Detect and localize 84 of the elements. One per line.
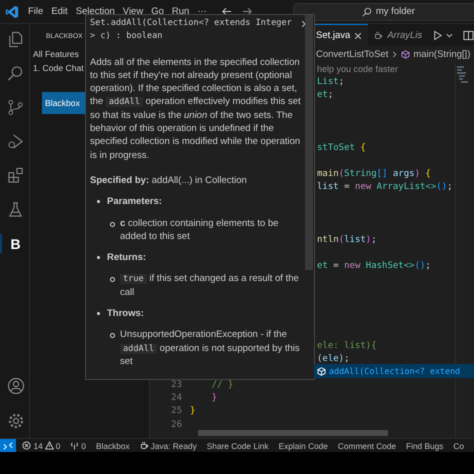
- line-number: 24: [171, 393, 182, 404]
- code-line: }: [190, 406, 196, 416]
- remote-button[interactable]: [0, 439, 16, 452]
- source-control-icon[interactable]: [7, 99, 24, 116]
- split-editor-icon[interactable]: [463, 30, 474, 40]
- flask-icon[interactable]: [7, 201, 24, 218]
- code-line: help you code faster: [317, 64, 398, 74]
- chevron-right-icon: [391, 50, 398, 58]
- problems-button[interactable]: 14 0: [22, 440, 60, 450]
- back-arrow-icon[interactable]: [220, 6, 232, 17]
- sidebar-item[interactable]: 1. Code Chat: [33, 61, 84, 75]
- bullet-icon: [97, 256, 100, 260]
- bullet-icon: [110, 222, 115, 227]
- search-icon: [362, 6, 372, 16]
- settings-icon[interactable]: [6, 412, 24, 430]
- error-icon: [22, 441, 32, 450]
- coffee-icon: [374, 30, 384, 40]
- section-text: c collection containing elements to be added to this set: [120, 216, 280, 244]
- line-number: 26: [171, 420, 182, 430]
- suggestion-item[interactable]: addAll(Collection<? extend: [314, 364, 474, 378]
- section-text: UnsupportedOperationException - if the addAll operation is not supported by this set: [120, 328, 301, 368]
- line-number: 23: [171, 380, 182, 390]
- code-line: (ele);: [317, 354, 350, 364]
- code-line: ele: list){: [317, 340, 377, 351]
- menu-item[interactable]: File: [24, 6, 48, 17]
- breadcrumb-item[interactable]: ConvertListToSet: [316, 48, 388, 60]
- cube-icon: [317, 366, 326, 376]
- forward-arrow-icon[interactable]: [242, 6, 253, 17]
- status-item[interactable]: Share Code Link: [206, 440, 269, 450]
- menu-item[interactable]: Run: [168, 6, 194, 17]
- scrollbar-thumb[interactable]: [198, 430, 388, 436]
- chevron-down-icon[interactable]: [446, 32, 454, 38]
- java-status-button[interactable]: Java: Ready: [140, 440, 197, 450]
- line-number: 25: [171, 406, 182, 416]
- ports-button[interactable]: 0: [70, 440, 86, 450]
- status-item[interactable]: Co: [453, 440, 464, 450]
- sidebar-item[interactable]: All Features: [33, 47, 79, 61]
- editor-tab[interactable]: ArrayLis: [368, 24, 428, 46]
- search-field[interactable]: my folder: [292, 2, 474, 20]
- broadcast-icon: [70, 441, 80, 450]
- breadcrumb-item[interactable]: main(String[]): [413, 48, 470, 60]
- app-logo-icon: [5, 4, 19, 18]
- blackbox-tab[interactable]: B: [10, 236, 21, 252]
- bullet-icon: [110, 277, 115, 282]
- section-heading: Returns:: [107, 251, 146, 264]
- blackbox-button[interactable]: Blackbox: [42, 92, 85, 114]
- search-icon[interactable]: [7, 65, 24, 82]
- code-line: stToSet {: [317, 142, 366, 153]
- code-line: // }: [210, 380, 234, 390]
- menu-item[interactable]: Edit: [47, 6, 72, 17]
- remote-icon: [3, 440, 14, 450]
- warning-icon: [44, 441, 54, 450]
- menu-item[interactable]: Selection: [72, 6, 119, 17]
- code-line: main(String[] args) {: [317, 169, 431, 180]
- status-item[interactable]: Find Bugs: [406, 440, 444, 450]
- section-heading: Parameters:: [107, 195, 162, 209]
- status-item[interactable]: Explain Code: [278, 440, 328, 450]
- specified-by-text: Specified by: addAll(...) in Collection: [90, 174, 248, 188]
- bullet-icon: [97, 312, 100, 316]
- bullet-icon: [97, 200, 100, 204]
- section-heading: Throws:: [107, 307, 144, 320]
- method-signature: Set.addAll(Collection<? extends Integer > c) : boolean: [90, 17, 293, 44]
- bullet-icon: [110, 333, 115, 338]
- extensions-icon[interactable]: [7, 167, 24, 184]
- code-line: }: [210, 393, 218, 404]
- coffee-icon: [140, 441, 149, 450]
- status-item[interactable]: Comment Code: [338, 440, 396, 450]
- code-line: List;: [317, 76, 344, 87]
- menu-item[interactable]: View: [118, 6, 148, 17]
- menu-item[interactable]: Go: [147, 6, 168, 17]
- menu-item[interactable]: ···: [193, 6, 211, 17]
- code-line: list = new ArrayList<>();: [317, 182, 453, 192]
- account-icon[interactable]: [6, 376, 24, 394]
- code-line: ntln(list);: [317, 235, 377, 246]
- files-icon[interactable]: [7, 31, 24, 48]
- play-icon[interactable]: [432, 30, 444, 40]
- hover-description: Adds all of the elements in the specified collection to this set if they're not already present (optional operation). If the specified collection is also a set, the addAll operation effectively modifies this set so that its value is the union of the two sets. The behavior of this operation is undefined if the specified collection is modified while the operation is in progress.: [90, 56, 302, 162]
- status-item[interactable]: Blackbox: [96, 440, 130, 450]
- code-line: et = new HashSet<>();: [317, 261, 431, 272]
- scrollbar-thumb[interactable]: [305, 15, 313, 270]
- section-text: true if this set changed as a result of the call: [120, 272, 300, 300]
- run-debug-icon[interactable]: [7, 133, 24, 150]
- code-line: et;: [317, 90, 334, 100]
- cube-icon: [401, 50, 410, 58]
